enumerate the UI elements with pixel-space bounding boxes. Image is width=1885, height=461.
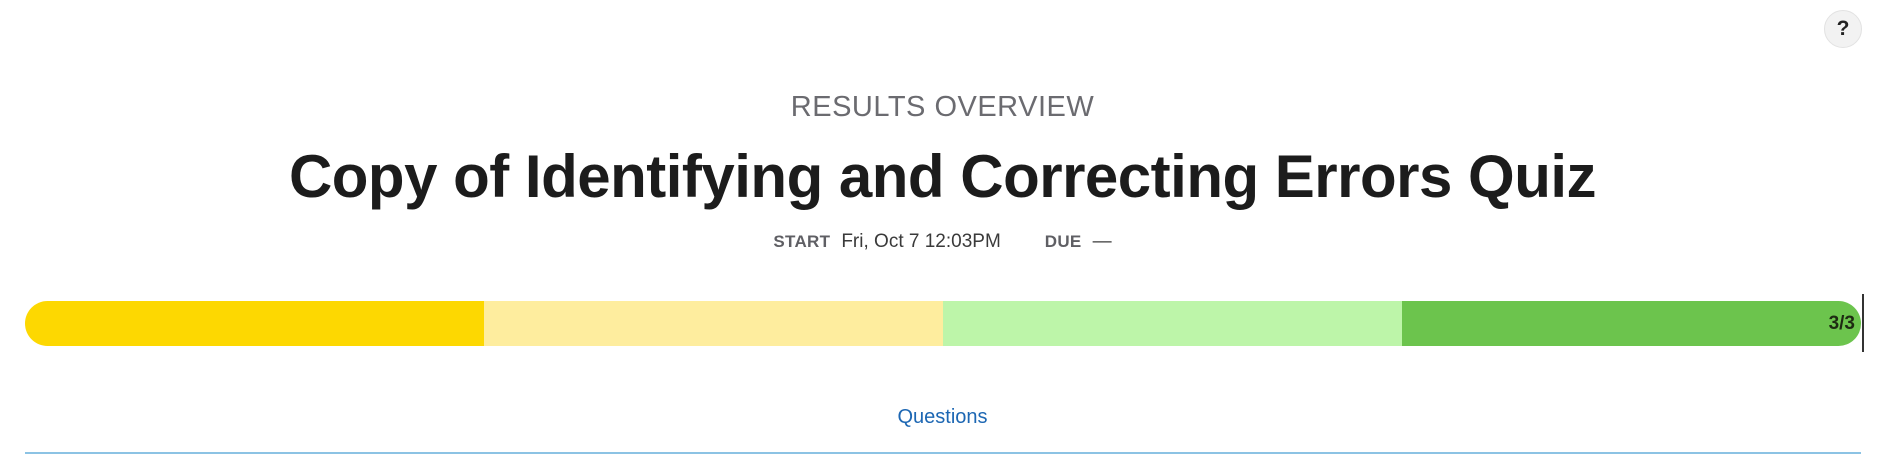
due-label: DUE (1044, 232, 1082, 251)
progress-segment-2 (484, 301, 943, 346)
progress-segment-1 (25, 301, 484, 346)
due-value: — (1092, 231, 1112, 252)
tab-questions[interactable]: Questions (0, 405, 1885, 429)
progress-score-label: 3/3 (1828, 313, 1855, 334)
text-cursor (1862, 294, 1864, 352)
page-title: Copy of Identifying and Correcting Error… (288, 143, 1597, 210)
tab-underline (25, 452, 1861, 454)
results-progress-bar (25, 301, 1861, 346)
date-meta: START Fri, Oct 7 12:03PM DUE — (0, 230, 1885, 254)
help-button[interactable]: ? (1824, 10, 1862, 48)
page-overline: RESULTS OVERVIEW (790, 91, 1095, 123)
question-mark-icon: ? (1836, 17, 1850, 40)
start-value: Fri, Oct 7 12:03PM (841, 231, 1001, 252)
start-label: START (773, 232, 831, 251)
progress-segment-3 (943, 301, 1402, 346)
progress-segment-4 (1402, 301, 1861, 346)
